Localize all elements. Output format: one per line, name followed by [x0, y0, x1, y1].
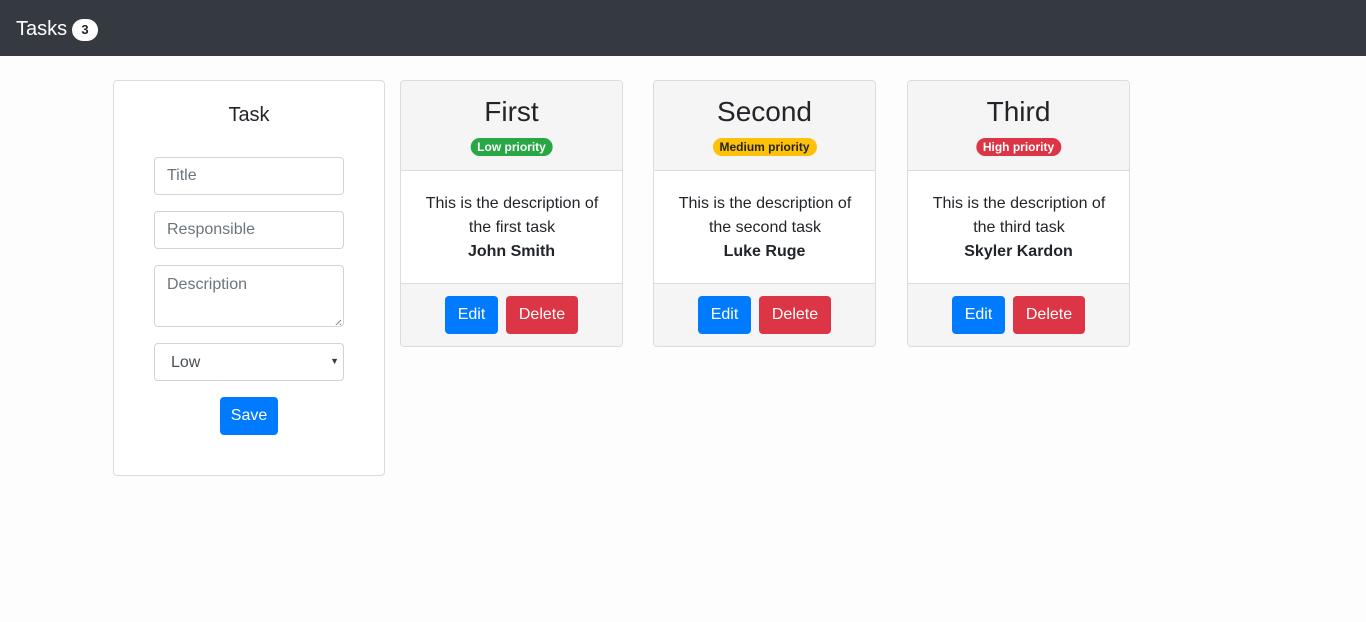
- task-responsible: Skyler Kardon: [964, 243, 1073, 260]
- edit-button[interactable]: Edit: [445, 296, 498, 334]
- priority-select[interactable]: Low ▼: [154, 343, 344, 381]
- task-card: Third High priority This is the descript…: [907, 80, 1130, 347]
- task-card: Second Medium priority This is the descr…: [653, 80, 876, 347]
- task-responsible: John Smith: [467, 243, 556, 260]
- resize-grip-icon[interactable]: [332, 315, 342, 325]
- task-title: Third: [986, 96, 1051, 127]
- responsible-input[interactable]: [154, 211, 344, 249]
- task-form-card: Task Low ▼ Save: [113, 80, 385, 476]
- task-responsible: Luke Ruge: [723, 243, 806, 260]
- task-count-badge: 3: [72, 19, 98, 41]
- priority-select-value: Low: [171, 354, 201, 371]
- edit-button[interactable]: Edit: [952, 296, 1005, 334]
- navbar: Tasks 3: [0, 0, 1366, 56]
- navbar-brand[interactable]: Tasks: [16, 17, 67, 41]
- task-title: Second: [717, 96, 812, 127]
- card-footer: Edit Delete: [401, 283, 622, 346]
- edit-button[interactable]: Edit: [698, 296, 751, 334]
- delete-button[interactable]: Delete: [759, 296, 831, 334]
- card-header: First Low priority: [401, 81, 622, 171]
- card-header: Second Medium priority: [654, 81, 875, 171]
- save-button[interactable]: Save: [220, 397, 278, 435]
- task-description: This is the description of the first tas…: [425, 195, 599, 236]
- card-header: Third High priority: [908, 81, 1129, 171]
- task-title: First: [484, 96, 539, 127]
- task-card: First Low priority This is the descripti…: [400, 80, 623, 347]
- card-footer: Edit Delete: [654, 283, 875, 346]
- delete-button[interactable]: Delete: [506, 296, 578, 334]
- priority-badge: Low priority: [470, 138, 553, 156]
- task-description: This is the description of the third tas…: [932, 195, 1106, 236]
- description-textarea[interactable]: [154, 265, 344, 327]
- card-footer: Edit Delete: [908, 283, 1129, 346]
- chevron-down-icon: ▼: [330, 356, 339, 366]
- priority-badge: High priority: [975, 138, 1062, 156]
- delete-button[interactable]: Delete: [1013, 296, 1085, 334]
- title-input[interactable]: [154, 157, 344, 195]
- priority-badge: Medium priority: [712, 138, 817, 156]
- form-title: Task: [228, 104, 270, 126]
- task-description: This is the description of the second ta…: [678, 195, 852, 236]
